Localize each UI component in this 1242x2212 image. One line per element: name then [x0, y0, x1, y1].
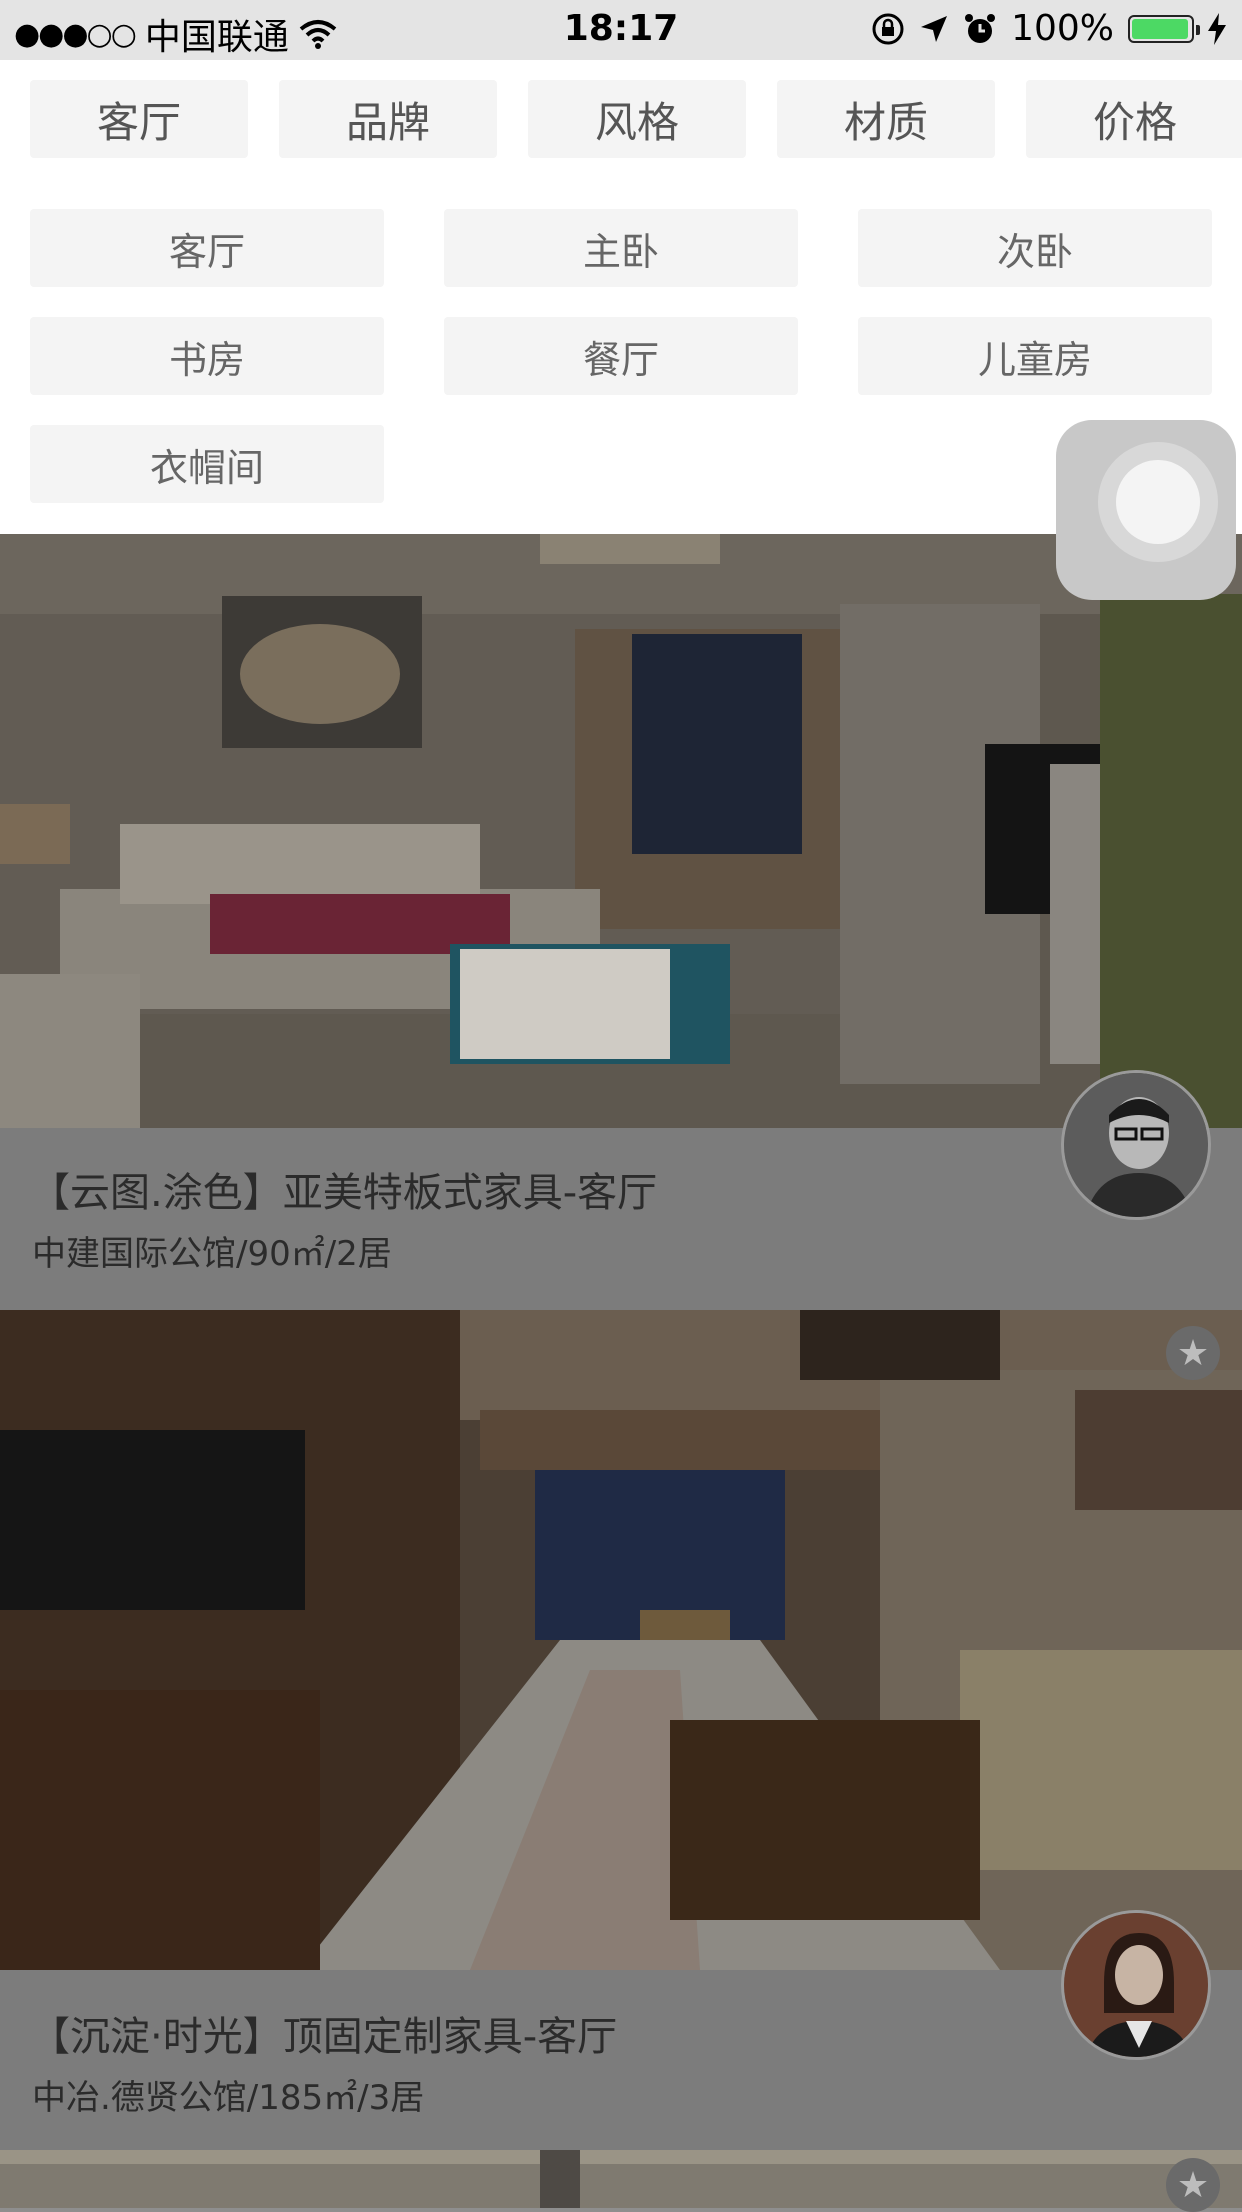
alarm-icon: [965, 13, 996, 43]
case-title: 【云图.涂色】亚美特板式家具-客厅: [30, 1170, 658, 1216]
designer-avatar[interactable]: [1061, 1910, 1211, 2060]
rotation-lock-icon: [872, 13, 904, 44]
case-info: 【沉淀·时光】顶固定制家具-客厅 中冶.德贤公馆/185㎡/3居: [0, 1970, 1242, 2150]
option-master-bedroom[interactable]: 主卧: [444, 209, 798, 287]
designer-avatar[interactable]: [1061, 1070, 1211, 1220]
assistive-touch-button[interactable]: [1056, 420, 1236, 600]
tab-style[interactable]: 风格: [528, 80, 746, 158]
tab-brand[interactable]: 品牌: [279, 80, 497, 158]
option-walk-in-closet[interactable]: 衣帽间: [30, 425, 384, 503]
option-second-bedroom[interactable]: 次卧: [858, 209, 1212, 287]
case-subtitle: 中建国际公馆/90㎡/2居: [32, 1234, 392, 1274]
status-bar: ●●●○○ 中国联通 18:17 100%: [0, 0, 1242, 60]
case-photo[interactable]: [0, 2150, 1242, 2208]
case-info: 【云图.涂色】亚美特板式家具-客厅 中建国际公馆/90㎡/2居: [0, 1128, 1242, 1310]
case-subtitle: 中冶.德贤公馆/185㎡/3居: [32, 2078, 425, 2118]
charging-bolt-icon: [1208, 12, 1226, 45]
option-living-room[interactable]: 客厅: [30, 209, 384, 287]
battery-percent: 100%: [1011, 8, 1114, 49]
tab-material[interactable]: 材质: [777, 80, 995, 158]
case-title: 【沉淀·时光】顶固定制家具-客厅: [30, 2014, 618, 2060]
option-dining-room[interactable]: 餐厅: [444, 317, 798, 395]
case-photo[interactable]: [0, 534, 1242, 1128]
option-kids-room[interactable]: 儿童房: [858, 317, 1212, 395]
star-icon[interactable]: ★: [1166, 1326, 1220, 1380]
location-arrow-icon: [921, 15, 948, 42]
case-card[interactable]: 【沉淀·时光】顶固定制家具-客厅 中冶.德贤公馆/185㎡/3居 ★: [0, 1310, 1242, 2150]
tab-living-room[interactable]: 客厅: [30, 80, 248, 158]
tab-price[interactable]: 价格: [1026, 80, 1242, 158]
case-card[interactable]: 【云图.涂色】亚美特板式家具-客厅 中建国际公馆/90㎡/2居: [0, 534, 1242, 1310]
battery-icon: [1128, 14, 1200, 43]
case-card[interactable]: ★: [0, 2150, 1242, 2212]
case-photo[interactable]: [0, 1310, 1242, 1970]
option-study[interactable]: 书房: [30, 317, 384, 395]
star-icon[interactable]: ★: [1166, 2158, 1220, 2212]
